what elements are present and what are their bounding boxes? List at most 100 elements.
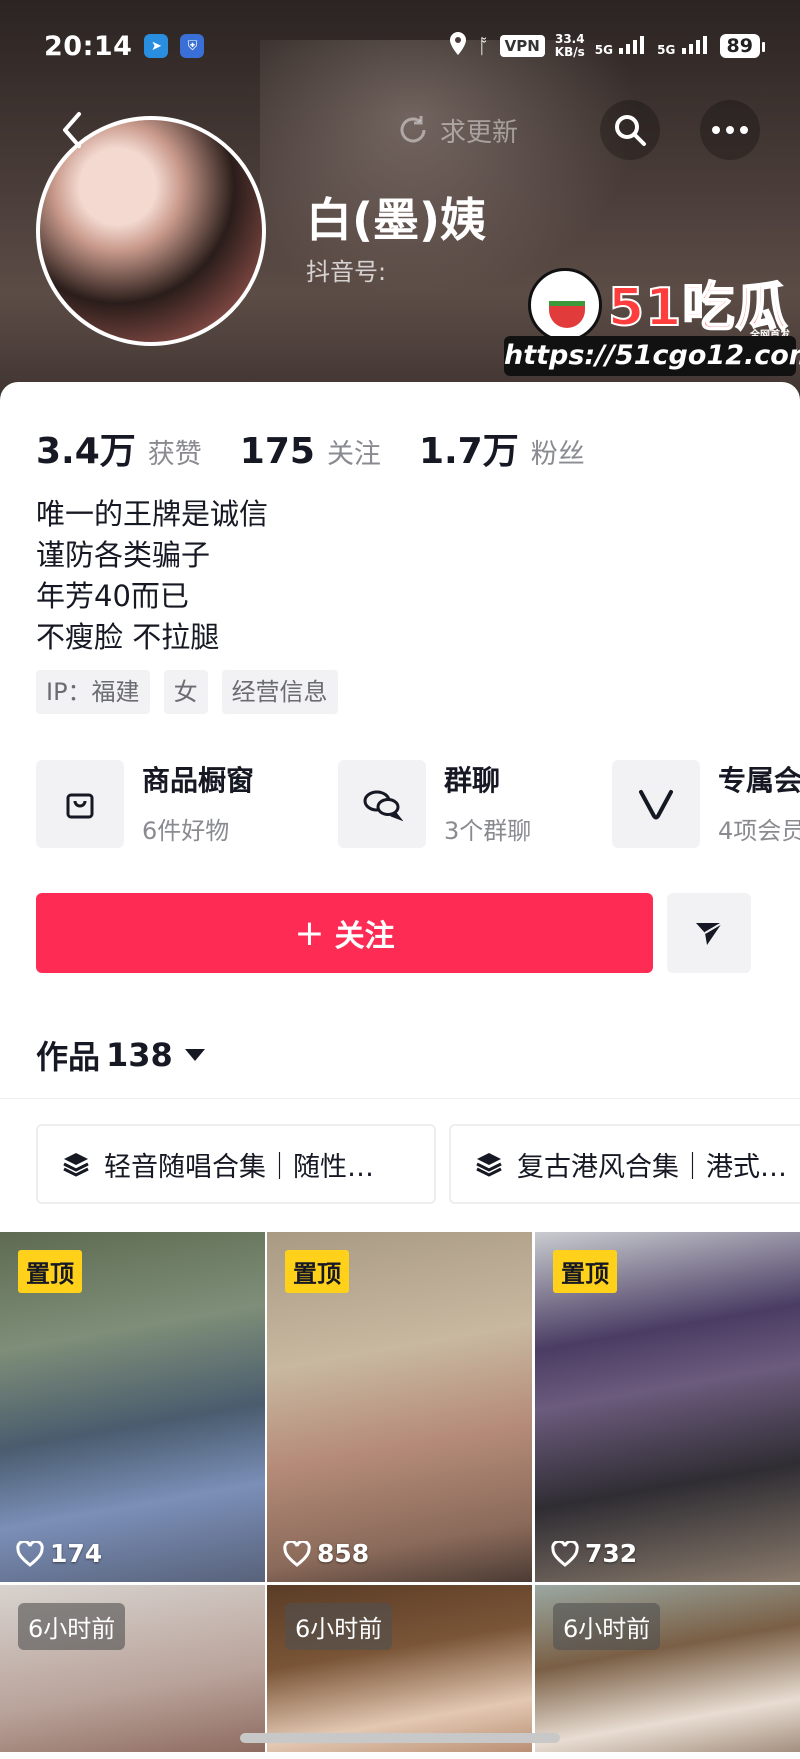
watermark-logo: 51吃瓜 全网首发 https://51cgo12.com: [504, 268, 800, 378]
works-tab[interactable]: 作品 138: [36, 1032, 205, 1078]
pinned-badge: 置顶: [18, 1250, 82, 1293]
video-thumbnail[interactable]: 6小时前: [0, 1585, 265, 1752]
stat-label: 关注: [326, 439, 381, 470]
search-button[interactable]: [600, 100, 660, 160]
feature-group-chat[interactable]: 群聊 3个群聊: [338, 760, 531, 848]
status-right: ᚩ VPN 33.4 KB/s 5G 5G 89: [448, 31, 766, 61]
video-thumbnail[interactable]: 置顶 174: [0, 1232, 265, 1582]
video-thumbnail[interactable]: 置顶 858: [267, 1232, 532, 1582]
playlist-chip[interactable]: 轻音随唱合集｜随性…: [36, 1124, 436, 1204]
caret-down-icon: [184, 1049, 205, 1061]
feature-subtitle: 3个群聊: [444, 816, 532, 845]
feature-shop-window[interactable]: 商品橱窗 6件好物: [36, 760, 254, 848]
playlist-label: 轻音随唱合集｜随性…: [104, 1151, 374, 1183]
like-count: 174: [16, 1539, 102, 1568]
profile-name: 白(墨)姨: [306, 193, 487, 247]
profile-card: 3.4万 获赞 175 关注 1.7万 粉丝 唯一的王牌是诚信 谨防各类骗子 年…: [0, 382, 800, 1759]
time-badge: 6小时前: [553, 1603, 661, 1650]
follow-button[interactable]: + 关注: [36, 893, 653, 973]
pinned-badge: 置顶: [553, 1250, 617, 1293]
profile-stats: 3.4万 获赞 175 关注 1.7万 粉丝: [36, 422, 623, 474]
heart-icon: [283, 1540, 311, 1567]
more-button[interactable]: [700, 100, 760, 160]
bio-line: 不瘦脸 不拉腿: [36, 620, 220, 654]
chat-bubbles-icon: [338, 760, 426, 848]
vpn-badge: VPN: [499, 35, 545, 57]
playlist-row: 轻音随唱合集｜随性… 复古港风合集｜港式…: [36, 1124, 800, 1204]
pinned-badge: 置顶: [285, 1250, 349, 1293]
stat-label: 粉丝: [530, 439, 585, 470]
watermark-mascot-icon: [528, 268, 602, 342]
time-badge: 6小时前: [18, 1603, 126, 1650]
douyin-id[interactable]: 抖音号:: [306, 252, 386, 287]
video-thumbnail[interactable]: 置顶 732: [535, 1232, 800, 1582]
stat-value: 3.4万: [36, 431, 136, 472]
share-button[interactable]: [667, 893, 751, 973]
like-count: 732: [551, 1539, 637, 1568]
home-indicator[interactable]: [240, 1733, 560, 1743]
feature-text: 专属会 4项会员: [718, 763, 800, 846]
like-count-value: 858: [317, 1539, 370, 1568]
follow-label: 关注: [334, 919, 395, 954]
feature-row: 商品橱窗 6件好物 群聊 3个群聊 专属会 4项会员: [36, 760, 800, 852]
bio-line: 谨防各类骗子: [36, 538, 211, 572]
stat-followers[interactable]: 1.7万 粉丝: [419, 422, 585, 474]
signal-bars-icon: [681, 35, 707, 54]
battery-indicator: 89: [719, 34, 766, 58]
like-count: 858: [283, 1539, 369, 1568]
search-icon: [615, 115, 646, 146]
divider: [0, 1098, 800, 1099]
speed-value: 33.4: [554, 32, 585, 46]
stat-value: 1.7万: [418, 431, 519, 472]
bluetooth-icon: ᚩ: [477, 34, 490, 58]
bio-line: 年芳40而已: [36, 579, 189, 613]
feature-subtitle: 4项会员: [718, 816, 800, 845]
shopping-bag-icon: [36, 760, 124, 848]
telegram-icon: ➤: [144, 34, 169, 58]
network-speed: 33.4 KB/s: [555, 33, 585, 59]
stat-likes[interactable]: 3.4万 获赞: [36, 422, 202, 474]
signal-1-label: 5G: [594, 42, 613, 57]
tag-business-info[interactable]: 经营信息: [221, 670, 338, 714]
works-count: 138: [106, 1036, 173, 1074]
like-count-value: 174: [50, 1539, 103, 1568]
tag-gender: 女: [163, 670, 208, 714]
status-bar: 20:14 ➤ ⛨ ᚩ VPN 33.4 KB/s 5G 5G 89: [0, 0, 800, 92]
stat-label: 获赞: [147, 439, 202, 470]
profile-tags: IP：福建 女 经营信息: [36, 670, 338, 714]
video-thumbnail[interactable]: 6小时前: [535, 1585, 800, 1752]
profile-bio: 唯一的王牌是诚信 谨防各类骗子 年芳40而已 不瘦脸 不拉腿: [36, 494, 268, 658]
refresh-icon: [400, 116, 426, 143]
playlist-chip[interactable]: 复古港风合集｜港式…: [449, 1124, 800, 1204]
request-update-button[interactable]: 求更新: [380, 106, 534, 154]
video-thumbnail[interactable]: 6小时前: [267, 1585, 532, 1752]
signal-1: 5G: [594, 35, 647, 57]
status-time: 20:14: [44, 30, 133, 62]
playlist-label: 复古港风合集｜港式…: [517, 1151, 787, 1183]
location-icon: [448, 31, 468, 61]
vip-v-icon: [612, 760, 700, 848]
send-arrow-icon: [696, 922, 723, 945]
feature-subtitle: 6件好物: [142, 816, 230, 845]
stat-following[interactable]: 175 关注: [240, 431, 381, 472]
time-badge: 6小时前: [285, 1603, 393, 1650]
tag-ip: IP：福建: [36, 670, 150, 714]
signal-2-label: 5G: [657, 42, 676, 57]
plus-icon: +: [294, 912, 325, 954]
video-grid: 置顶 174 置顶 858 置顶 732 6小时前 6小时前 6小时前: [0, 1232, 800, 1752]
layers-icon: [62, 1151, 90, 1177]
feature-membership[interactable]: 专属会 4项会员: [612, 760, 800, 848]
bio-line: 唯一的王牌是诚信: [36, 497, 269, 531]
speed-unit: KB/s: [554, 45, 585, 59]
feature-title: 商品橱窗: [142, 763, 255, 797]
stat-value: 175: [239, 431, 315, 472]
request-update-label: 求更新: [440, 117, 519, 148]
chevron-left-icon: [63, 112, 81, 148]
profile-cover: 20:14 ➤ ⛨ ᚩ VPN 33.4 KB/s 5G 5G 89 求更新 白…: [0, 0, 800, 420]
heart-icon: [551, 1540, 579, 1567]
layers-icon: [475, 1151, 503, 1177]
signal-bars-icon: [619, 35, 645, 54]
heart-icon: [16, 1540, 44, 1567]
watermark-url: https://51cgo12.com: [504, 336, 800, 376]
back-button[interactable]: [42, 100, 102, 160]
